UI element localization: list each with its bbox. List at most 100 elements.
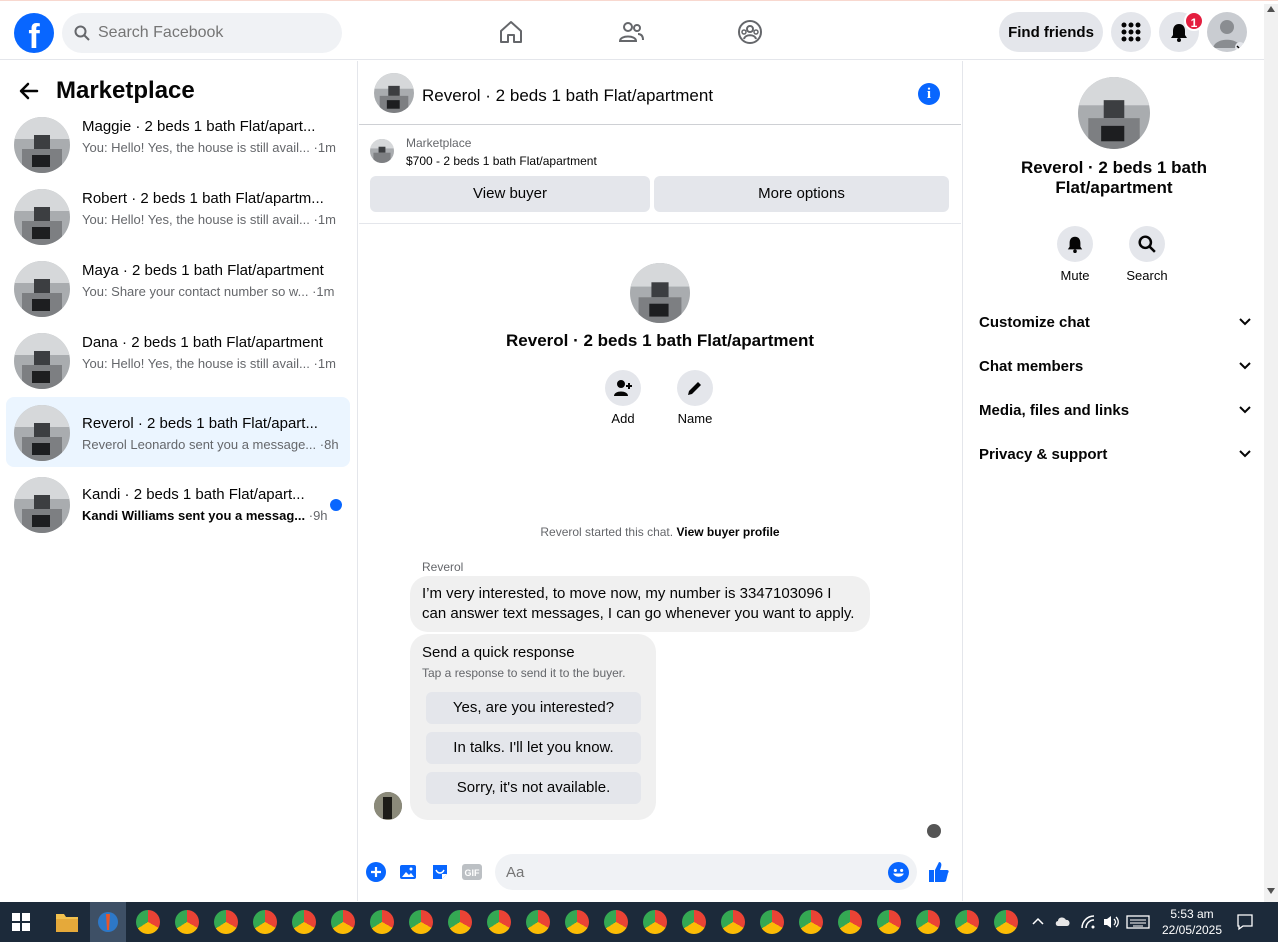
marketplace-title: Marketplace [56,77,195,104]
info-icon[interactable]: i [918,83,940,105]
chat-header-title[interactable]: Reverol · 2 beds 1 bath Flat/apartment [422,86,713,106]
chrome-icon[interactable] [877,910,901,934]
chrome-icon[interactable] [799,910,823,934]
chrome-icon[interactable] [604,910,628,934]
gif-icon[interactable]: GIF [461,862,483,882]
chrome-icon[interactable] [526,910,550,934]
unread-dot [330,499,342,511]
chrome-icon[interactable] [409,910,433,934]
home-icon[interactable] [497,18,525,46]
chrome-icon[interactable] [487,910,511,934]
message-sender: Reverol [422,560,464,574]
chrome-icon[interactable] [331,910,355,934]
customize-chat-section[interactable]: Customize chat [979,304,1251,340]
chrome-icon[interactable] [838,910,862,934]
listing-summary[interactable]: $700 - 2 beds 1 bath Flat/apartment [406,154,597,168]
conversation-item-active[interactable]: Reverol · 2 beds 1 bath Flat/apart... Re… [6,397,350,467]
mute-label: Mute [1060,268,1090,283]
chrome-icon[interactable] [916,910,940,934]
search-box[interactable] [62,13,342,53]
listing-bar: Marketplace $700 - 2 beds 1 bath Flat/ap… [359,126,961,224]
system-clock[interactable]: 5:53 am 22/05/2025 [1152,906,1232,938]
chat-panel: Reverol · 2 beds 1 bath Flat/apartment i… [359,61,961,901]
find-friends-button[interactable]: Find friends [999,12,1103,52]
app-icon [98,912,118,932]
page-scrollbar[interactable] [1264,4,1278,902]
quick-response-button[interactable]: Sorry, it's not available. [426,772,641,804]
chrome-icon[interactable] [370,910,394,934]
chrome-icon[interactable] [175,910,199,934]
speaker-icon[interactable] [1102,914,1120,930]
listing-source: Marketplace [406,136,472,150]
conversation-item-unread[interactable]: Kandi · 2 beds 1 bath Flat/apart... Kand… [6,470,350,540]
user-silhouette-icon [1213,20,1245,52]
chrome-icon[interactable] [994,910,1018,934]
taskbar-active-app[interactable] [90,902,126,942]
message-input-box[interactable] [495,854,917,890]
wifi-icon[interactable] [1080,914,1096,930]
conversation-item[interactable]: Maya · 2 beds 1 bath Flat/apartment You:… [6,254,350,324]
chrome-icon[interactable] [136,910,160,934]
conversation-item[interactable]: Robert · 2 beds 1 bath Flat/apartm... Yo… [6,182,350,252]
photo-icon[interactable] [398,862,418,882]
like-thumb-icon[interactable] [927,860,951,884]
chat-members-section[interactable]: Chat members [979,348,1251,384]
cloud-icon[interactable] [1054,914,1072,928]
incoming-message[interactable]: I’m very interested, to move now, my num… [410,576,870,632]
emoji-icon[interactable] [888,862,909,883]
privacy-support-section[interactable]: Privacy & support [979,436,1251,472]
quick-response-button[interactable]: In talks. I'll let you know. [426,732,641,764]
chrome-icon[interactable] [214,910,238,934]
pencil-icon [688,382,701,395]
quick-response-title: Send a quick response [422,644,575,661]
windows-start-icon[interactable] [12,913,30,931]
back-arrow-icon[interactable] [18,80,40,102]
plus-circle-icon[interactable] [366,862,386,882]
chevron-up-icon[interactable] [1032,917,1044,925]
chrome-icon[interactable] [448,910,472,934]
scroll-down-arrow-icon[interactable] [1267,888,1275,894]
facebook-logo-icon[interactable]: f [14,13,54,53]
quick-response-subtitle: Tap a response to send it to the buyer. [422,666,626,680]
sender-avatar[interactable] [374,792,402,820]
more-options-button[interactable]: More options [654,176,949,212]
listing-thumbnail [14,261,70,317]
conversation-item[interactable]: Maggie · 2 beds 1 bath Flat/apart... You… [6,110,350,180]
chrome-icon[interactable] [253,910,277,934]
conversation-item[interactable]: Dana · 2 beds 1 bath Flat/apartment You:… [6,326,350,396]
quick-response-button[interactable]: Yes, are you interested? [426,692,641,724]
chat-details-panel: Reverol · 2 beds 1 bath Flat/apartment M… [962,61,1264,901]
chat-avatar[interactable] [374,73,414,113]
chrome-icon[interactable] [721,910,745,934]
scroll-up-arrow-icon[interactable] [1267,6,1275,12]
chrome-icon[interactable] [682,910,706,934]
menu-grid-button[interactable] [1111,12,1151,52]
view-buyer-profile-link[interactable]: View buyer profile [676,525,779,539]
svg-text:GIF: GIF [465,868,481,878]
friends-icon[interactable] [617,18,645,46]
windows-taskbar: 5:53 am 22/05/2025 [0,902,1278,942]
add-people-button[interactable]: Add [593,370,653,426]
chevron-down-icon [1239,406,1251,414]
keyboard-icon[interactable] [1126,914,1150,930]
chrome-icon[interactable] [760,910,784,934]
groups-icon[interactable] [736,18,764,46]
view-buyer-button[interactable]: View buyer [370,176,650,212]
message-input[interactable] [506,863,705,881]
chrome-icon[interactable] [565,910,589,934]
profile-avatar[interactable] [1207,12,1247,52]
media-files-links-section[interactable]: Media, files and links [979,392,1251,428]
top-navigation-bar: f Find friends 1 [0,4,1264,60]
search-input[interactable] [98,24,318,42]
file-explorer-icon[interactable] [55,911,79,933]
notifications-center-icon[interactable] [1236,913,1254,931]
name-chat-button[interactable]: Name [665,370,725,426]
chrome-icon[interactable] [292,910,316,934]
mute-button[interactable]: Mute [1045,226,1105,283]
conversation-preview: You: Share your contact number so w... ·… [82,284,335,299]
search-chat-button[interactable]: Search [1117,226,1177,283]
sticker-icon[interactable] [430,862,450,882]
chrome-icon[interactable] [643,910,667,934]
chrome-icon[interactable] [955,910,979,934]
listing-thumbnail [14,117,70,173]
